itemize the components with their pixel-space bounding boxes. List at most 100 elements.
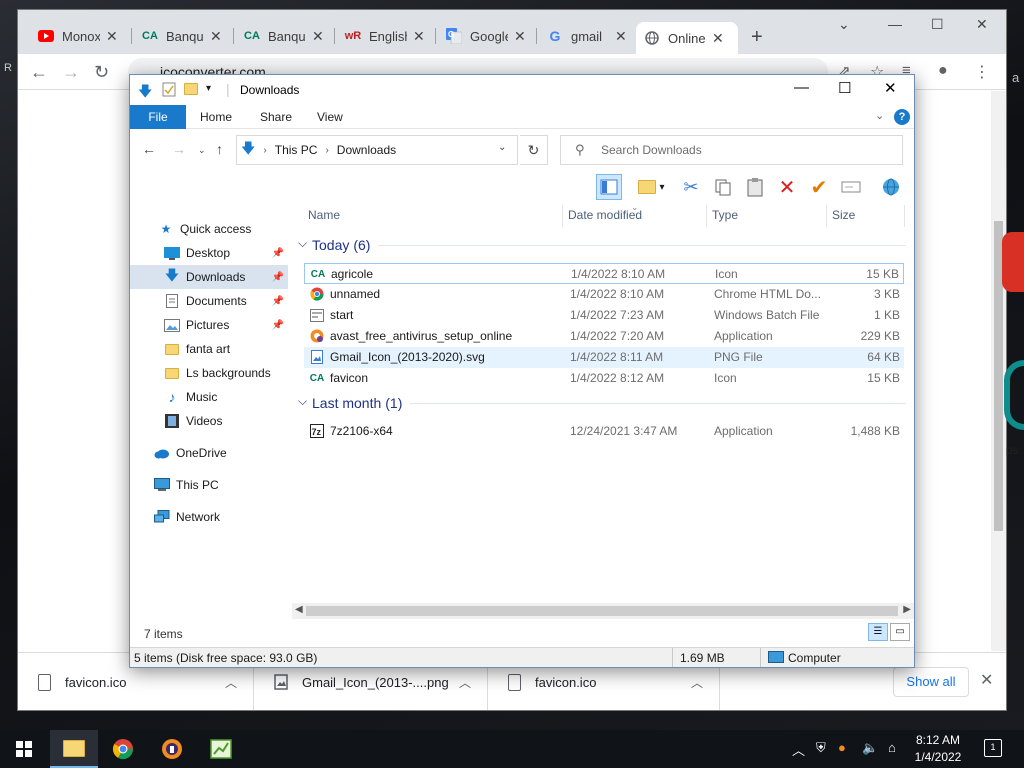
large-icons-view-icon[interactable]: ▭ — [890, 623, 910, 641]
back-arrow-icon[interactable]: ← — [142, 141, 156, 157]
column-divider[interactable] — [904, 205, 905, 227]
close-window-icon[interactable]: ✕ — [976, 16, 988, 33]
security-shield-icon[interactable]: ⛨ — [816, 740, 826, 756]
nav-item-folder[interactable]: Ls backgrounds — [130, 361, 288, 385]
close-icon[interactable]: ✕ — [980, 670, 993, 690]
nav-item-onedrive[interactable]: OneDrive — [130, 441, 288, 465]
browser-tab[interactable]: CA Banque ✕ — [236, 22, 332, 50]
close-window-icon[interactable]: ✕ — [884, 79, 897, 97]
recent-locations-chevron-icon[interactable]: ⌄ — [198, 145, 206, 156]
page-scrollbar[interactable] — [991, 91, 1006, 651]
cut-scissors-icon[interactable]: ✂ — [678, 174, 704, 200]
group-header-today[interactable]: ⌵ Today (6) — [296, 233, 906, 257]
file-row[interactable]: Gmail_Icon_(2013-2020).svg 1/4/2022 8:11… — [304, 347, 904, 368]
taskbar-app[interactable] — [197, 730, 245, 768]
start-button[interactable] — [0, 730, 48, 768]
scroll-thumb[interactable] — [306, 606, 898, 616]
maximize-icon[interactable]: ☐ — [931, 16, 944, 33]
checkmark-icon[interactable]: ✔ — [806, 174, 832, 200]
column-divider[interactable] — [706, 205, 707, 227]
forward-arrow-icon[interactable]: → — [62, 62, 80, 83]
show-all-button[interactable]: Show all — [893, 667, 969, 697]
browser-tab-active[interactable]: Online ✕ — [636, 22, 738, 54]
column-divider[interactable] — [826, 205, 827, 227]
browser-tab[interactable]: Monox ✕ — [30, 22, 126, 50]
menu-kebab-icon[interactable]: ⋮ — [974, 62, 990, 82]
tab-file[interactable]: File — [130, 105, 186, 129]
close-icon[interactable]: ✕ — [514, 28, 526, 45]
scroll-left-icon[interactable]: ◀ — [295, 604, 303, 615]
nav-item-videos[interactable]: Videos — [130, 409, 288, 433]
breadcrumb-this-pc[interactable]: This PC — [275, 143, 318, 157]
search-input[interactable]: ⚲ Search Downloads — [560, 135, 903, 165]
minimize-icon[interactable]: — — [794, 79, 809, 96]
profile-avatar-icon[interactable]: ● — [938, 62, 948, 80]
breadcrumb-downloads[interactable]: Downloads — [337, 143, 396, 157]
column-header-size[interactable]: Size — [832, 203, 855, 229]
nav-item-music[interactable]: ♪ Music — [130, 385, 288, 409]
breadcrumb-chevron-icon[interactable]: › — [325, 145, 328, 156]
browser-tab[interactable]: G Google ✕ — [438, 22, 534, 50]
breadcrumb-chevron-icon[interactable]: › — [263, 145, 266, 156]
chevron-down-icon[interactable]: ▾ — [656, 174, 668, 200]
nav-item-this-pc[interactable]: This PC — [130, 473, 288, 497]
close-icon[interactable]: ✕ — [413, 28, 425, 45]
browser-tab[interactable]: wR English ✕ — [337, 22, 433, 50]
file-row[interactable]: unnamed 1/4/2022 8:10 AM Chrome HTML Do.… — [304, 284, 904, 305]
tab-home[interactable]: Home — [188, 105, 244, 129]
column-divider[interactable] — [562, 205, 563, 227]
properties-icon[interactable] — [162, 82, 176, 100]
copy-icon[interactable] — [710, 174, 736, 200]
taskbar-security-app[interactable] — [148, 730, 196, 768]
column-header-type[interactable]: Type — [712, 203, 738, 229]
refresh-icon[interactable]: ↻ — [520, 135, 548, 165]
close-icon[interactable]: ✕ — [712, 30, 724, 47]
show-hidden-icons-chevron-icon[interactable]: ︿ — [792, 740, 805, 759]
nav-item-network[interactable]: Network — [130, 505, 288, 529]
avast-tray-icon[interactable]: ● — [838, 740, 846, 755]
chevron-up-icon[interactable]: ︿ — [225, 674, 237, 691]
new-folder-icon[interactable] — [184, 83, 198, 95]
chevron-down-icon[interactable]: ⌵ — [298, 394, 307, 409]
system-clock[interactable]: 8:12 AM 1/4/2022 — [906, 732, 970, 766]
nav-item-pictures[interactable]: Pictures 📌 — [130, 313, 288, 337]
browser-tab[interactable]: G gmail ✕ — [539, 22, 635, 50]
details-view-icon[interactable]: ☰ — [868, 623, 888, 641]
paste-clipboard-icon[interactable] — [742, 174, 768, 200]
preview-pane-icon[interactable] — [596, 174, 622, 200]
volume-muted-icon[interactable]: 🔈 — [862, 740, 878, 756]
help-icon[interactable]: ? — [894, 109, 910, 125]
file-row[interactable]: avast_free_antivirus_setup_online 1/4/20… — [304, 326, 904, 347]
reload-icon[interactable]: ↻ — [94, 62, 109, 83]
close-icon[interactable]: ✕ — [106, 28, 118, 45]
tab-share[interactable]: Share — [248, 105, 304, 129]
network-icon[interactable]: ⌂ — [888, 740, 896, 755]
address-breadcrumb[interactable]: 🡇 › This PC › Downloads — [236, 135, 518, 165]
tab-search-chevron-icon[interactable]: ⌄ — [838, 16, 850, 33]
close-icon[interactable]: ✕ — [210, 28, 222, 45]
scroll-right-icon[interactable]: ▶ — [903, 604, 911, 615]
up-arrow-icon[interactable]: ↑ — [216, 141, 223, 157]
address-dropdown-chevron-icon[interactable]: ⌄ — [498, 142, 506, 153]
horizontal-scrollbar[interactable]: ◀ ▶ — [292, 603, 914, 619]
minimize-icon[interactable]: — — [888, 16, 902, 32]
nav-item-quick-access[interactable]: ★ Quick access — [130, 217, 288, 241]
customize-quick-access-chevron-icon[interactable]: ▾ — [206, 83, 211, 94]
chevron-down-icon[interactable]: ⌵ — [298, 236, 307, 251]
file-row[interactable]: CA favicon 1/4/2022 8:12 AM Icon 15 KB — [304, 368, 904, 389]
nav-item-desktop[interactable]: Desktop 📌 — [130, 241, 288, 265]
expand-ribbon-chevron-icon[interactable]: ⌄ — [875, 109, 884, 122]
forward-arrow-icon[interactable]: → — [172, 141, 186, 157]
nav-item-folder[interactable]: fanta art — [130, 337, 288, 361]
chevron-up-icon[interactable]: ︿ — [691, 674, 703, 691]
tab-view[interactable]: View — [305, 105, 355, 129]
browser-tab[interactable]: CA Banque ✕ — [134, 22, 230, 50]
group-header-last-month[interactable]: ⌵ Last month (1) — [296, 391, 906, 415]
taskbar-file-explorer[interactable] — [50, 730, 98, 768]
chevron-up-icon[interactable]: ︿ — [459, 674, 471, 691]
notifications-icon[interactable]: 1 — [984, 739, 1002, 757]
file-row[interactable]: 7z 7z2106-x64 12/24/2021 3:47 AM Applica… — [304, 421, 904, 442]
back-arrow-icon[interactable]: ← — [30, 62, 48, 83]
maximize-icon[interactable]: ☐ — [838, 79, 851, 97]
new-tab-plus-icon[interactable]: + — [751, 26, 763, 49]
